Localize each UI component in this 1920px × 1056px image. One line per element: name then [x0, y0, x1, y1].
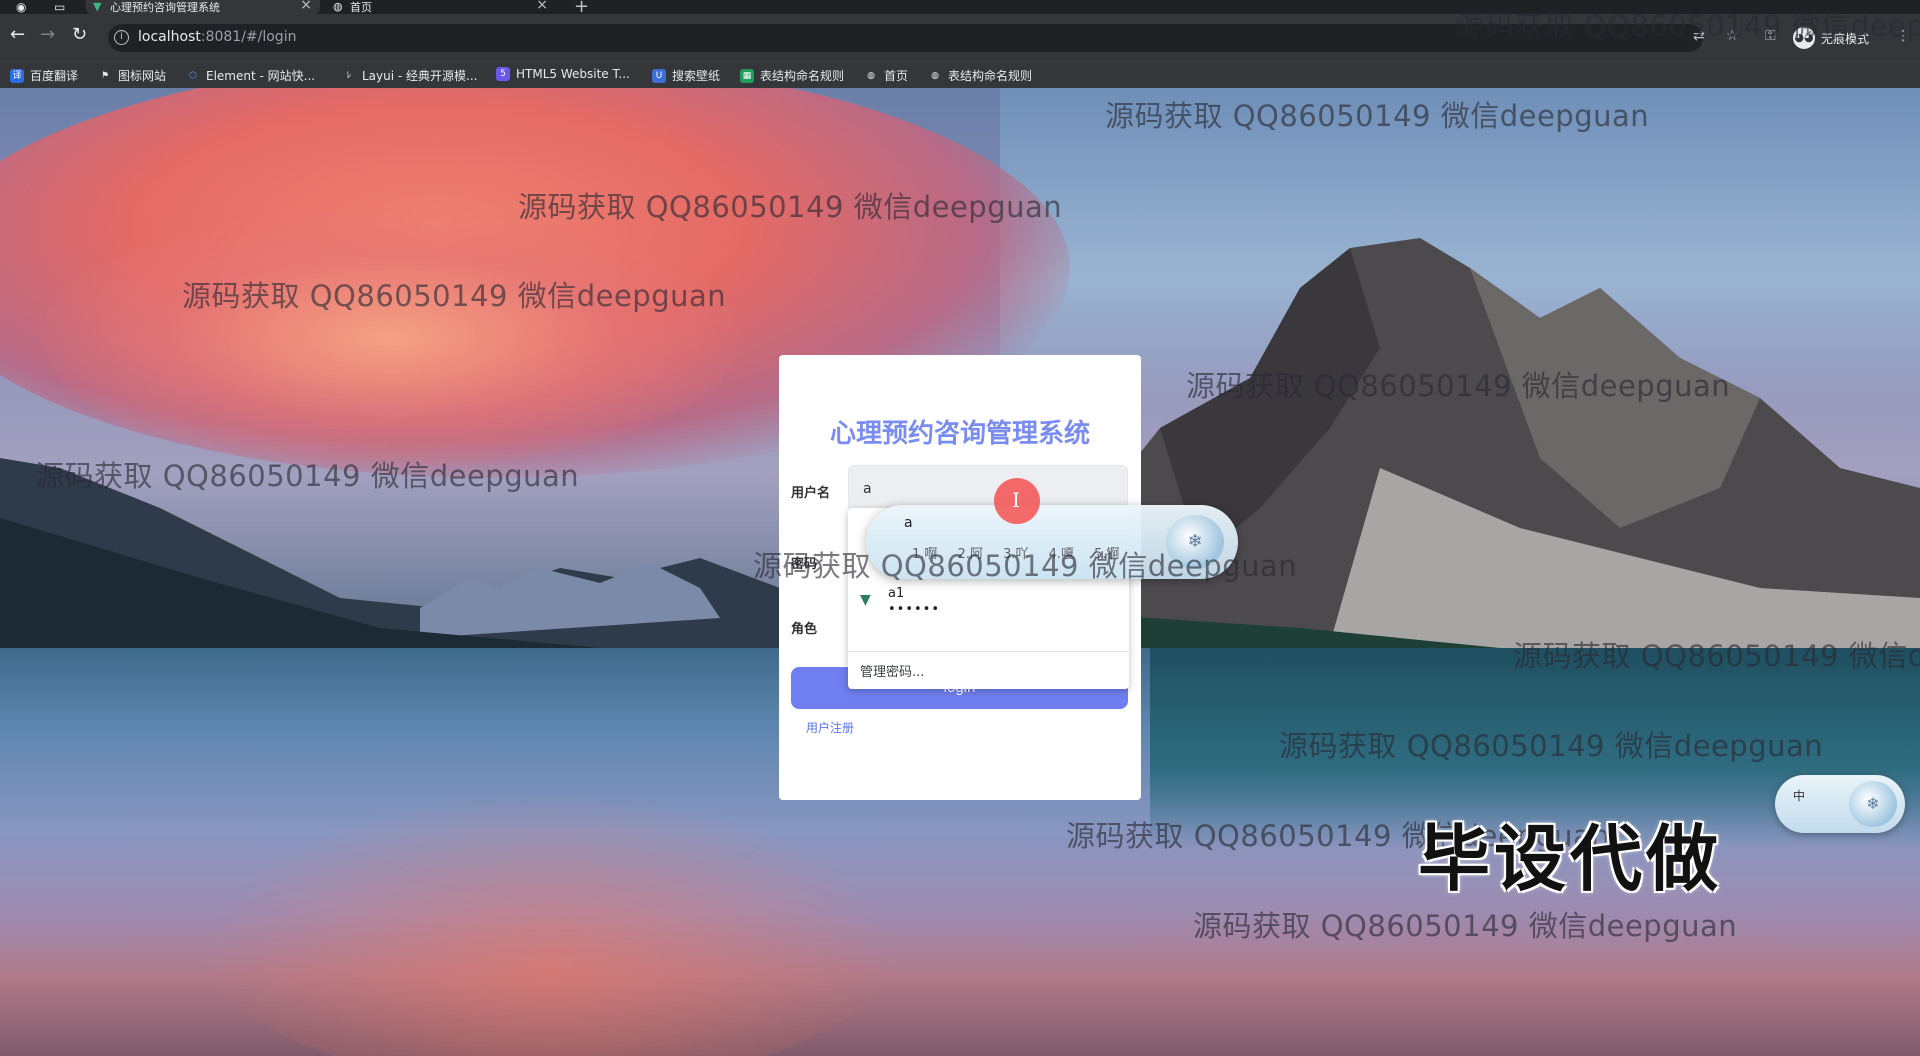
bookmark-item[interactable]: 5 HTML5 Website T...	[496, 67, 630, 81]
sheet-icon: ▦	[740, 68, 754, 83]
ime-skin-icon: ❄	[1849, 781, 1897, 827]
watermark-text: 源码获取 QQ86050149 微信deepguan	[753, 549, 1298, 583]
close-icon[interactable]: ×	[300, 0, 312, 13]
close-icon[interactable]: ×	[536, 0, 548, 13]
autofill-username: a1	[888, 586, 905, 601]
autofill-password: ••••••	[888, 602, 941, 617]
manage-passwords-link[interactable]: 管理密码...	[860, 661, 924, 680]
watermark-text: 源码获取 QQ86050149 微信deepguan	[518, 190, 1063, 224]
ime-language-label: 中	[1793, 789, 1806, 803]
globe-icon: ◍	[867, 70, 875, 81]
tab-search-icon[interactable]: ▭	[54, 0, 65, 14]
globe-icon: ◍	[931, 70, 939, 81]
back-arrow-icon[interactable]: ←	[10, 26, 25, 44]
tab-title: 心理预约咨询管理系统	[110, 1, 220, 14]
ime-composition: a	[904, 515, 913, 531]
text-cursor-icon: I	[1012, 488, 1020, 512]
divider	[848, 651, 1129, 652]
bookmark-item[interactable]: ⚑ 图标网站	[98, 67, 166, 84]
tab-title: 首页	[350, 1, 372, 14]
bookmark-item[interactable]: 译百度翻译	[10, 67, 78, 84]
watermark-banner: 毕设代做	[1418, 817, 1723, 901]
role-label: 角色	[791, 622, 818, 637]
tab-login[interactable]: ▼ 心理预约咨询管理系统 ×	[86, 0, 320, 14]
forward-arrow-icon[interactable]: →	[40, 26, 55, 44]
info-icon[interactable]: i	[114, 30, 129, 45]
bookmark-item[interactable]: ◍ 首页	[864, 67, 908, 84]
register-link[interactable]: 用户注册	[806, 719, 854, 736]
wallpaper-icon: U	[652, 68, 666, 83]
watermark-text: 源码获取 QQ86050149 微信deepguan	[1456, 9, 1920, 43]
watermark-text: 源码获取 QQ86050149 微信deepguan	[1105, 99, 1650, 133]
bookmark-item[interactable]: ◍ 表结构命名规则	[928, 67, 1032, 84]
ime-status-widget[interactable]: 中 ❄	[1775, 775, 1905, 833]
vue-icon: ▼	[93, 0, 102, 13]
bookmark-item[interactable]: U 搜索壁纸	[652, 67, 720, 84]
url-text[interactable]: localhost:8081/#/login	[138, 29, 296, 45]
username-label: 用户名	[791, 486, 831, 501]
watermark-text: 源码获取 QQ86050149 微信deepguan	[1279, 729, 1824, 763]
watermark-text: 源码获取 QQ86050149 微信deepguan	[182, 279, 727, 313]
reload-icon[interactable]: ↻	[72, 26, 87, 44]
bookmarks-bar: 译百度翻译 ⚑ 图标网站 ⬡ Element - 网站快... ﾚ Layui - 经…	[0, 62, 1920, 88]
bookmark-item[interactable]: ⬡ Element - 网站快...	[186, 67, 315, 84]
vue-icon: ▼	[860, 592, 871, 608]
globe-icon: ◍	[333, 0, 343, 13]
bookmark-item[interactable]: ﾚ Layui - 经典开源模...	[342, 67, 478, 84]
bookmark-item[interactable]: ▦ 表结构命名规则	[740, 67, 844, 84]
browser-menu-icon[interactable]: ◉	[16, 0, 26, 14]
tab-home[interactable]: ◍ 首页 ×	[326, 0, 556, 14]
translate-icon: 译	[10, 68, 24, 83]
html5-icon: 5	[496, 67, 510, 81]
watermark-text: 源码获取 QQ86050149 微信deepguan	[1193, 909, 1738, 943]
layui-icon: ﾚ	[346, 70, 352, 81]
watermark-text: 源码获取 QQ86050149 微信deepguan	[1513, 639, 1920, 673]
watermark-text: 源码获取 QQ86050149 微信deepguan	[1186, 369, 1731, 403]
watermark-text: 源码获取 QQ86050149 微信deepguan	[35, 459, 580, 493]
element-icon: ⬡	[189, 70, 197, 81]
flag-icon: ⚑	[100, 70, 110, 81]
system-title: 心理预约咨询管理系统	[829, 419, 1090, 449]
